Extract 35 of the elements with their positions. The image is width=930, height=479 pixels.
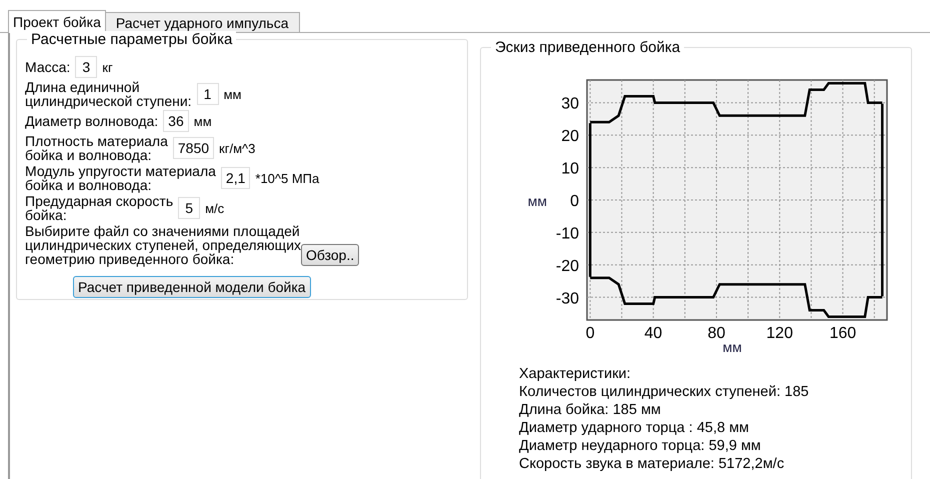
characteristics-title: Характеристики: bbox=[519, 365, 632, 383]
field-label: Диаметр волновода: bbox=[25, 114, 158, 128]
tick-label: 20 bbox=[561, 128, 579, 146]
tick-label: 10 bbox=[561, 160, 579, 178]
field-label: Предударная скорость бойка: bbox=[25, 194, 174, 222]
group-title: Расчетные параметры бойка bbox=[27, 31, 236, 48]
tick-label: 80 bbox=[708, 325, 726, 342]
axis-label: мм bbox=[528, 193, 547, 209]
unit-label: мм bbox=[194, 114, 212, 128]
tick-label: 0 bbox=[586, 325, 595, 342]
tick-label: -10 bbox=[556, 225, 579, 242]
characteristic-line: Количестов цилиндрических ступеней: 185 bbox=[519, 383, 810, 401]
tick-label: 160 bbox=[829, 325, 856, 342]
unit-label: *10^5 МПа bbox=[255, 170, 320, 186]
tick-label: -20 bbox=[556, 258, 579, 275]
unit-label: мм bbox=[224, 86, 242, 102]
characteristic-line: Диаметр ударного торца : 45,8 мм bbox=[519, 419, 750, 437]
tick-label: 30 bbox=[561, 96, 579, 113]
tick-label: 0 bbox=[570, 193, 579, 210]
characteristic-line: Диаметр неударного торца: 59,9 мм bbox=[519, 437, 762, 455]
file-prompt: Выбирите файл со значениями площадей цилиндрических ступеней, определяющих геометрию приведенного бойка: bbox=[25, 224, 302, 266]
unit-label: кг bbox=[102, 60, 113, 74]
field-label: Масса: bbox=[25, 60, 70, 74]
tick-label: 40 bbox=[644, 325, 662, 342]
unit-label: м/с bbox=[205, 200, 224, 216]
axis-label: мм bbox=[722, 339, 742, 355]
field-label: Длина единичной цилиндрической ступени: bbox=[25, 80, 192, 108]
unit-label: кг/м^3 bbox=[219, 140, 256, 156]
field-label: Модуль упругости материала бойка и волновода: bbox=[25, 164, 216, 192]
field-label: Плотность материала бойка и волновода: bbox=[25, 134, 168, 162]
characteristic-line: Скорость звука в материале: 5172,2м/с bbox=[519, 455, 786, 473]
tick-label: -30 bbox=[556, 290, 579, 308]
group-title: Эскиз приведенного бойка bbox=[491, 39, 684, 56]
tick-label: 120 bbox=[766, 325, 793, 342]
characteristic-line: Длина бойка: 185 мм bbox=[519, 401, 662, 419]
